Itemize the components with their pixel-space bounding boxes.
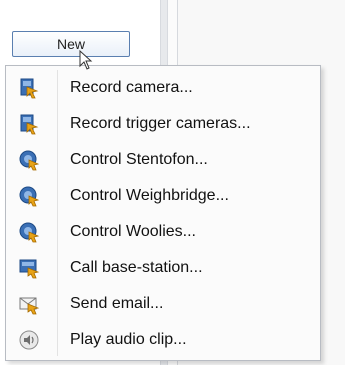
menu-item-play-audio-clip[interactable]: Play audio clip... xyxy=(10,325,316,355)
menu-item-label: Control Weighbridge... xyxy=(70,187,229,204)
new-dropdown-menu: Record camera... Record trigger cameras.… xyxy=(5,65,321,361)
menu-item-label: Record trigger cameras... xyxy=(70,115,251,132)
menu-item-label: Call base-station... xyxy=(70,259,203,276)
record-trigger-cameras-icon xyxy=(18,113,40,135)
play-audio-clip-icon xyxy=(18,329,40,351)
menu-item-record-camera[interactable]: Record camera... xyxy=(10,73,316,103)
send-email-icon xyxy=(18,293,40,315)
menu-item-label: Control Stentofon... xyxy=(70,151,208,168)
window: New Record camera... Record trigger came… xyxy=(0,0,345,365)
new-button[interactable]: New xyxy=(12,31,130,57)
mouse-pointer-icon xyxy=(79,49,93,70)
menu-item-label: Control Woolies... xyxy=(70,223,196,240)
control-stentofon-icon xyxy=(18,149,40,171)
menu-item-call-base-station[interactable]: Call base-station... xyxy=(10,253,316,283)
control-weighbridge-icon xyxy=(18,185,40,207)
call-base-station-icon xyxy=(18,257,40,279)
menu-item-label: Send email... xyxy=(70,295,164,312)
menu-item-record-trigger-cameras[interactable]: Record trigger cameras... xyxy=(10,109,316,139)
menu-item-label: Play audio clip... xyxy=(70,331,187,348)
menu-item-send-email[interactable]: Send email... xyxy=(10,289,316,319)
menu-item-control-weighbridge[interactable]: Control Weighbridge... xyxy=(10,181,316,211)
menu-item-control-stentofon[interactable]: Control Stentofon... xyxy=(10,145,316,175)
record-camera-icon xyxy=(18,77,40,99)
control-woolies-icon xyxy=(18,221,40,243)
menu-item-label: Record camera... xyxy=(70,79,193,96)
menu-item-control-woolies[interactable]: Control Woolies... xyxy=(10,217,316,247)
